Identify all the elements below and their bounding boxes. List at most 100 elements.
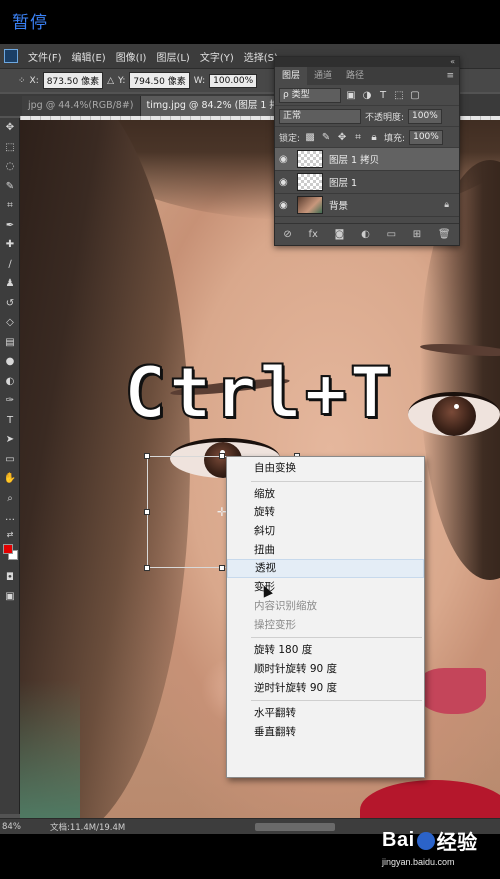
menu-item-perspective[interactable]: 透视 <box>227 559 424 579</box>
type-tool-icon[interactable]: T <box>0 411 20 431</box>
quick-select-tool-icon[interactable]: ✎ <box>0 177 20 197</box>
pen-tool-icon[interactable]: ✑ <box>0 391 20 411</box>
blend-mode-select[interactable]: 正常 <box>279 108 361 124</box>
visibility-eye-icon[interactable]: ◉ <box>279 154 291 165</box>
fx-icon[interactable]: fx <box>308 229 317 240</box>
menu-item-rotate-180[interactable]: 旋转 180 度 <box>227 641 424 660</box>
adjustment-icon[interactable]: ◐ <box>361 229 370 240</box>
filter-adjustment-icon[interactable]: ◑ <box>361 90 373 101</box>
lock-image-icon[interactable]: ✎ <box>320 132 332 143</box>
marquee-tool-icon[interactable]: ⬚ <box>0 138 20 158</box>
zoom-tool-icon[interactable]: ⌕ <box>0 489 20 509</box>
move-tool-icon[interactable]: ✥ <box>0 118 20 138</box>
watermark-brand: Bai 经验 <box>382 826 478 855</box>
screen-mode-icon[interactable]: ▣ <box>0 587 20 607</box>
filter-smart-object-icon[interactable]: ▢ <box>409 90 421 101</box>
menu-layer[interactable]: 图层(L) <box>152 49 193 64</box>
toolbox: ✥ ⬚ ◌ ✎ ⌗ ✒ ✚ ∕ ♟ ↺ ◇ ▤ ● ◐ ✑ T ➤ ▭ ✋ ⌕ … <box>0 118 20 814</box>
tab-channels[interactable]: 通道 <box>307 67 339 85</box>
transform-handle[interactable] <box>144 509 150 515</box>
fill-label: 填充: <box>384 133 406 144</box>
tab-paths[interactable]: 路径 <box>339 67 371 85</box>
layer-row[interactable]: ◉ 图层 1 拷贝 <box>275 148 459 171</box>
link-icon[interactable]: ⊘ <box>283 229 291 240</box>
quick-mask-icon[interactable]: ◘ <box>0 568 20 588</box>
more-tools-icon[interactable]: … <box>0 508 20 528</box>
layer-filter-select[interactable]: ρ 类型 <box>279 87 341 103</box>
visibility-eye-icon[interactable]: ◉ <box>279 200 291 211</box>
menu-file[interactable]: 文件(F) <box>24 49 66 64</box>
tab-layers[interactable]: 图层 <box>275 67 308 85</box>
watermark-site: jingyan.baidu.com <box>382 857 455 867</box>
menu-item-rotate-90-cw[interactable]: 顺时针旋转 90 度 <box>227 660 424 679</box>
menu-item-distort[interactable]: 扭曲 <box>227 541 424 560</box>
transform-handle[interactable] <box>144 565 150 571</box>
menu-item-flip-vertical[interactable]: 垂直翻转 <box>227 723 424 742</box>
dodge-tool-icon[interactable]: ◐ <box>0 372 20 392</box>
w-field[interactable]: 100.00% <box>209 73 258 88</box>
color-swatches <box>0 542 19 568</box>
baidu-paw-icon <box>416 831 435 850</box>
mask-icon[interactable]: ◙ <box>335 229 345 240</box>
rectangle-tool-icon[interactable]: ▭ <box>0 450 20 470</box>
swap-colors-icon[interactable]: ⇄ <box>0 528 20 542</box>
opacity-field[interactable]: 100% <box>408 108 442 124</box>
fill-field[interactable]: 100% <box>409 129 443 145</box>
filter-pixel-icon[interactable]: ▣ <box>345 90 357 101</box>
eraser-tool-icon[interactable]: ◇ <box>0 313 20 333</box>
gradient-tool-icon[interactable]: ▤ <box>0 333 20 353</box>
delta-icon[interactable]: △ <box>107 76 114 86</box>
document-size[interactable]: 文档:11.4M/19.4M <box>40 821 125 833</box>
reference-point-icon[interactable]: ⁘ <box>18 76 26 86</box>
layer-thumbnail <box>297 196 323 214</box>
tab-document-timg[interactable]: timg.jpg @ 84.2% (图层 1 拷贝 <box>140 96 296 116</box>
transform-handle[interactable] <box>144 453 150 459</box>
transform-handle[interactable] <box>219 565 225 571</box>
transform-handle[interactable] <box>219 453 225 459</box>
hand-tool-icon[interactable]: ✋ <box>0 469 20 489</box>
brush-tool-icon[interactable]: ∕ <box>0 255 20 275</box>
menu-item-scale[interactable]: 缩放 <box>227 485 424 504</box>
menu-item-free-transform[interactable]: 自由变换 <box>227 459 424 478</box>
lock-position-icon[interactable]: ✥ <box>336 132 348 143</box>
filter-shape-icon[interactable]: ⬚ <box>393 90 405 101</box>
layer-row[interactable]: ◉ 背景 🔒︎ <box>275 194 459 217</box>
history-brush-tool-icon[interactable]: ↺ <box>0 294 20 314</box>
menu-image[interactable]: 图像(I) <box>112 49 151 64</box>
crop-tool-icon[interactable]: ⌗ <box>0 196 20 216</box>
layer-name: 图层 1 拷贝 <box>329 155 380 166</box>
menu-edit[interactable]: 编辑(E) <box>68 49 110 64</box>
new-layer-icon[interactable]: ⊞ <box>413 229 421 240</box>
zoom-readout[interactable]: 84% <box>0 822 40 832</box>
path-select-tool-icon[interactable]: ➤ <box>0 430 20 450</box>
horizontal-scrollbar[interactable] <box>255 823 335 831</box>
healing-brush-tool-icon[interactable]: ✚ <box>0 235 20 255</box>
menu-item-rotate[interactable]: 旋转 <box>227 503 424 522</box>
y-field[interactable]: 794.50 像素 <box>129 72 190 89</box>
menu-item-rotate-90-ccw[interactable]: 逆时针旋转 90 度 <box>227 679 424 698</box>
x-field[interactable]: 873.50 像素 <box>42 72 104 89</box>
layer-row[interactable]: ◉ 图层 1 <box>275 171 459 194</box>
foreground-color-swatch[interactable] <box>3 543 13 554</box>
blur-tool-icon[interactable]: ● <box>0 352 20 372</box>
menu-item-skew[interactable]: 斜切 <box>227 522 424 541</box>
group-icon[interactable]: ▭ <box>387 229 396 240</box>
lock-all-icon[interactable]: 🔒︎ <box>368 132 380 143</box>
panel-tabs: 图层 通道 路径 ≡ <box>275 67 459 85</box>
lock-transparent-icon[interactable]: ▩ <box>304 132 316 143</box>
menu-type[interactable]: 文字(Y) <box>196 49 238 64</box>
panel-collapse-icon[interactable]: « <box>275 57 459 67</box>
lock-artboard-icon[interactable]: ⌗ <box>352 132 364 143</box>
w-label: W: <box>193 75 206 86</box>
eyedropper-tool-icon[interactable]: ✒ <box>0 216 20 236</box>
lasso-tool-icon[interactable]: ◌ <box>0 157 20 177</box>
trash-icon[interactable]: 🗑︎ <box>438 229 451 240</box>
clone-stamp-tool-icon[interactable]: ♟ <box>0 274 20 294</box>
visibility-eye-icon[interactable]: ◉ <box>279 177 291 188</box>
menu-item-flip-horizontal[interactable]: 水平翻转 <box>227 704 424 723</box>
filter-type-icon[interactable]: T <box>377 90 389 101</box>
panel-menu-icon[interactable]: ≡ <box>446 67 459 85</box>
pause-label[interactable]: 暂停 <box>12 8 48 33</box>
tab-document-1[interactable]: jpg @ 44.4%(RGB/8#) <box>22 96 141 116</box>
menu-item-warp[interactable]: 变形 <box>227 578 424 597</box>
